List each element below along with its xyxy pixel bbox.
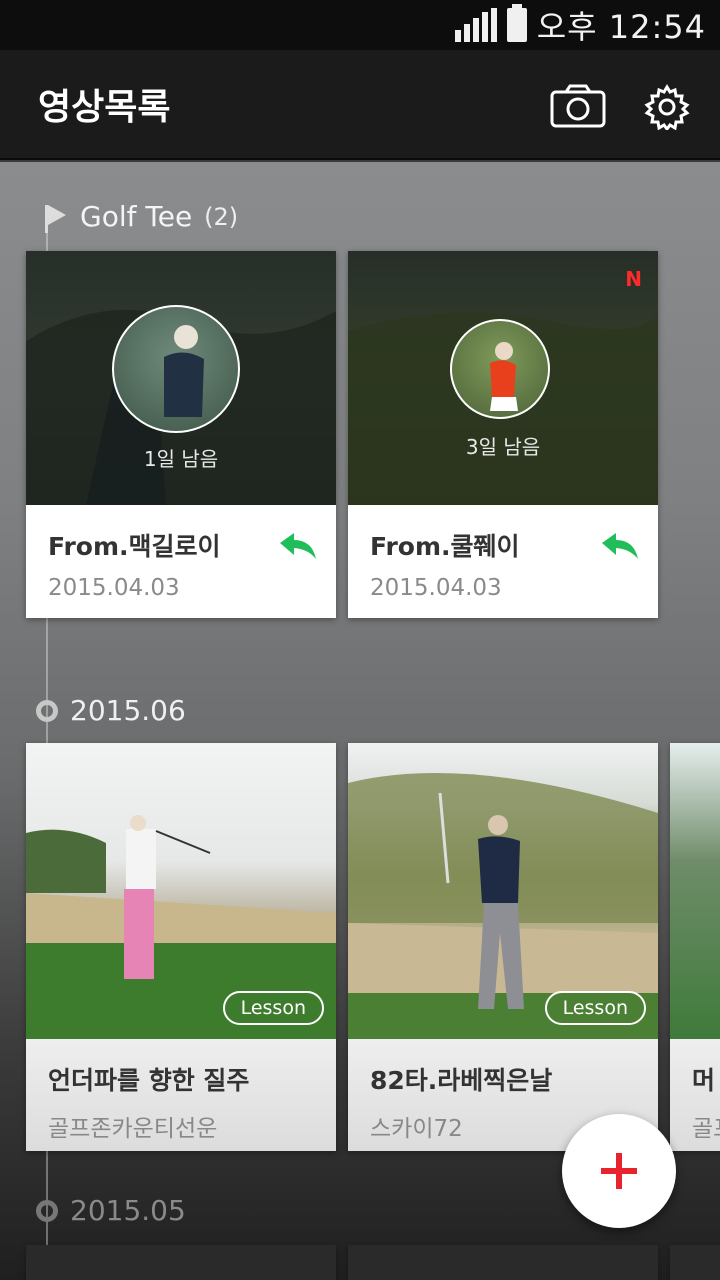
video-card[interactable]: [348, 1245, 658, 1280]
reply-icon[interactable]: [600, 531, 640, 561]
section-date: 2015.05: [70, 1194, 186, 1227]
card-date: 2015.04.03: [370, 575, 502, 601]
video-card[interactable]: [670, 1245, 720, 1280]
card-title: 언더파를 향한 질주: [48, 1066, 250, 1095]
section-golf-tee: Golf Tee (2): [36, 200, 238, 233]
section-date-2015-06: 2015.06: [36, 694, 186, 727]
lesson-tag: Lesson: [544, 991, 646, 1025]
card-date: 2015.04.03: [48, 575, 180, 601]
card-title: From.쿨쮀이: [370, 532, 520, 561]
video-thumbnail: 1일 남음: [26, 251, 336, 505]
add-video-button[interactable]: [562, 1114, 676, 1228]
plus-icon: [601, 1153, 637, 1189]
reply-icon[interactable]: [278, 531, 318, 561]
video-thumbnail: [670, 743, 720, 1039]
page-title: 영상목록: [38, 87, 171, 128]
card-title: From.맥길로이: [48, 532, 221, 561]
timeline-dot-icon: [36, 1199, 58, 1222]
section-title: Golf Tee: [80, 200, 193, 233]
flag-icon: [45, 204, 66, 233]
card-meta: From.쿨쮀이 2015.04.03: [348, 505, 658, 601]
video-card[interactable]: Lesson 82타.라베찍은날 스카이72: [348, 743, 658, 1151]
video-card[interactable]: Lesson 언더파를 향한 질주 골프존카운티선운: [26, 743, 336, 1151]
video-thumbnail: N 3일 남음: [348, 251, 658, 505]
video-thumbnail: Lesson: [26, 743, 336, 1039]
card-meta: From.맥길로이 2015.04.03: [26, 505, 336, 601]
section-count: (2): [204, 202, 239, 231]
video-thumbnail: Lesson: [348, 743, 658, 1039]
video-card[interactable]: [26, 1245, 336, 1280]
app-bar: 영상목록: [0, 50, 720, 160]
card-meta: 머 골프: [670, 1039, 720, 1151]
video-card[interactable]: 머 골프: [670, 743, 720, 1151]
card-meta: 언더파를 향한 질주 골프존카운티선운: [26, 1039, 336, 1151]
days-remaining: 3일 남음: [465, 435, 541, 459]
section-date-2015-05: 2015.05: [36, 1194, 186, 1227]
section-date: 2015.06: [70, 694, 186, 727]
days-remaining: 1일 남음: [143, 447, 219, 471]
video-list[interactable]: Golf Tee (2) 1일 남음 From.맥길로이 2015.04.03: [0, 162, 720, 1280]
battery-icon: [506, 4, 527, 42]
card-subtitle: 골프: [692, 1116, 720, 1142]
signal-icon: [454, 8, 497, 42]
lesson-tag: Lesson: [222, 991, 324, 1025]
card-subtitle: 골프존카운티선운: [48, 1116, 218, 1142]
status-time: 오후 12:54: [536, 8, 706, 46]
card-title: 머: [692, 1066, 716, 1095]
sender-avatar: [112, 305, 240, 433]
card-title: 82타.라베찍은날: [370, 1066, 553, 1095]
golf-tee-card[interactable]: N 3일 남음 From.쿨쮀이 2015.04.03: [348, 251, 658, 618]
status-bar: 오후 12:54: [0, 0, 720, 50]
camera-icon[interactable]: [550, 84, 606, 132]
timeline-dot-icon: [36, 699, 58, 722]
sender-avatar: [450, 319, 550, 419]
golf-tee-card[interactable]: 1일 남음 From.맥길로이 2015.04.03: [26, 251, 336, 618]
gear-icon[interactable]: [644, 84, 690, 134]
new-badge: N: [625, 267, 642, 291]
